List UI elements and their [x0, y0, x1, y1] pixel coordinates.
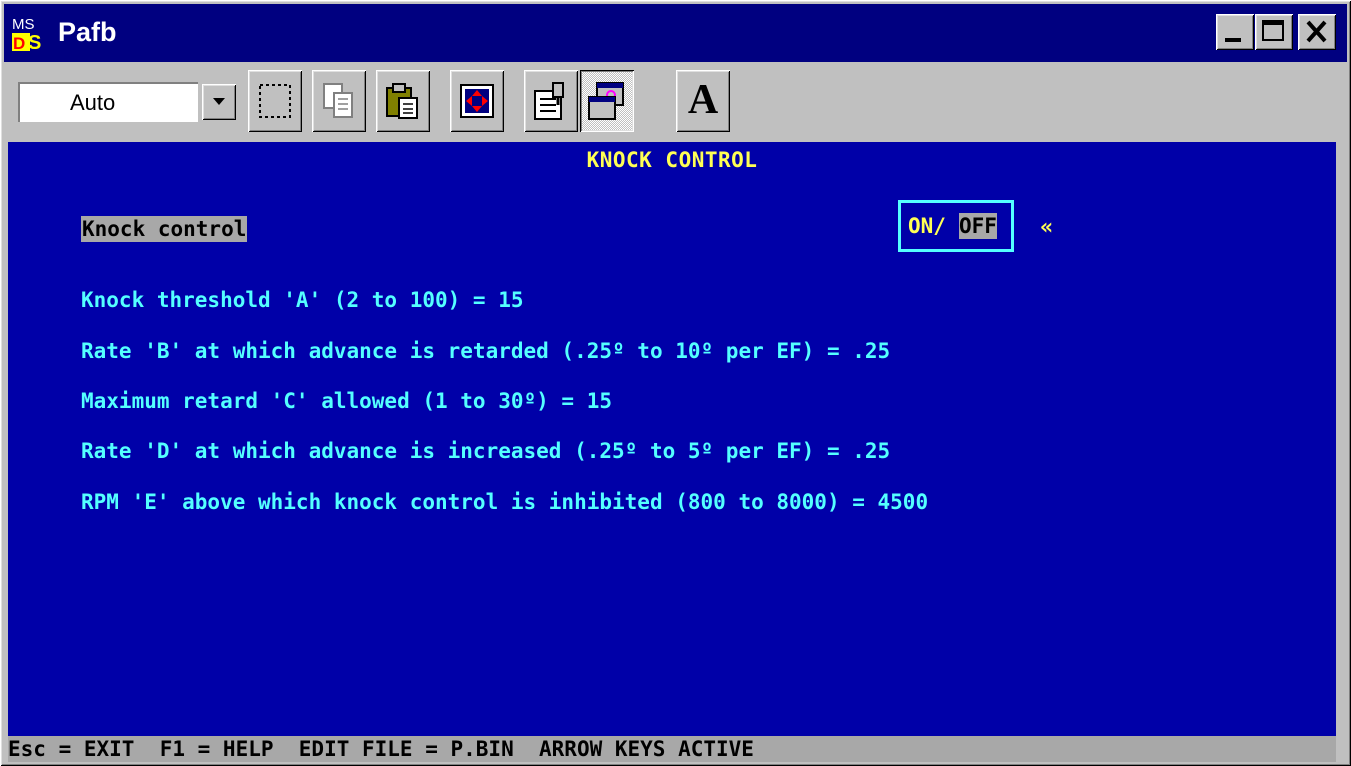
close-button[interactable]	[1298, 14, 1336, 50]
dos-window: MS D S Pafb Auto A KNOCK CONTROL Knock c…	[0, 0, 1351, 766]
font-button[interactable]: A	[676, 70, 730, 132]
off-option[interactable]: OFF	[959, 213, 997, 239]
param-label: Knock threshold 'A' (2 to 100) =	[81, 288, 499, 312]
maximize-button[interactable]	[1255, 14, 1293, 50]
selection-marker: «	[1040, 215, 1054, 240]
svg-text:S: S	[28, 32, 41, 53]
knock-control-toggle[interactable]: ON/ OFF	[898, 200, 1014, 252]
properties-button[interactable]	[524, 70, 578, 132]
param-advance-rate[interactable]: Rate 'D' at which advance is increased (…	[81, 437, 890, 465]
param-value[interactable]: 4500	[878, 490, 929, 514]
ms-dos-icon[interactable]: MS D S	[10, 13, 50, 53]
svg-text:D: D	[13, 34, 25, 53]
param-label: Rate 'D' at which advance is increased (…	[81, 439, 853, 463]
mark-icon	[259, 84, 291, 118]
status-bar: Esc = EXIT F1 = HELP EDIT FILE = P.BIN A…	[8, 736, 1336, 762]
on-option[interactable]: ON/	[908, 213, 946, 239]
font-size-dropdown-button[interactable]	[202, 84, 236, 120]
param-value[interactable]: 15	[587, 389, 612, 413]
window-frame-right	[1336, 142, 1347, 762]
param-label: RPM 'E' above which knock control is inh…	[81, 490, 878, 514]
mark-button[interactable]	[248, 70, 302, 132]
screen-title: KNOCK CONTROL	[586, 148, 758, 172]
background-icon	[588, 82, 624, 120]
copy-icon	[323, 83, 353, 118]
param-label: Rate 'B' at which advance is retarded (.…	[81, 339, 853, 363]
title-bar[interactable]: MS D S Pafb	[4, 4, 1347, 62]
font-size-field[interactable]: Auto	[18, 82, 198, 122]
maximize-icon	[1262, 20, 1284, 41]
paste-button[interactable]	[376, 70, 430, 132]
param-rpm-inhibit[interactable]: RPM 'E' above which knock control is inh…	[81, 488, 928, 516]
background-button[interactable]	[580, 70, 634, 132]
minimize-icon	[1225, 38, 1241, 42]
window-title: Pafb	[58, 17, 117, 47]
copy-button[interactable]	[312, 70, 366, 132]
close-icon	[1306, 20, 1327, 43]
font-icon: A	[687, 77, 719, 123]
knock-control-label[interactable]: Knock control	[81, 216, 248, 242]
param-value[interactable]: .25	[852, 439, 890, 463]
chevron-down-icon	[213, 98, 225, 105]
properties-icon	[534, 82, 564, 120]
full-screen-button[interactable]	[450, 70, 504, 132]
param-knock-threshold[interactable]: Knock threshold 'A' (2 to 100) = 15	[81, 286, 524, 314]
param-retard-rate[interactable]: Rate 'B' at which advance is retarded (.…	[81, 337, 890, 365]
param-value[interactable]: .25	[852, 339, 890, 363]
param-value[interactable]: 15	[498, 288, 523, 312]
param-max-retard[interactable]: Maximum retard 'C' allowed (1 to 30º) = …	[81, 387, 612, 415]
font-size-value: Auto	[70, 90, 116, 115]
full-screen-icon	[460, 84, 494, 118]
toolbar: Auto A	[4, 64, 1347, 142]
svg-text:MS: MS	[12, 16, 35, 33]
minimize-button[interactable]	[1216, 14, 1254, 50]
font-size-select[interactable]: Auto	[18, 82, 236, 122]
param-label: Maximum retard 'C' allowed (1 to 30º) =	[81, 389, 587, 413]
paste-icon	[386, 83, 418, 119]
dos-console[interactable]: KNOCK CONTROL Knock control ON/ OFF « Kn…	[8, 142, 1336, 736]
